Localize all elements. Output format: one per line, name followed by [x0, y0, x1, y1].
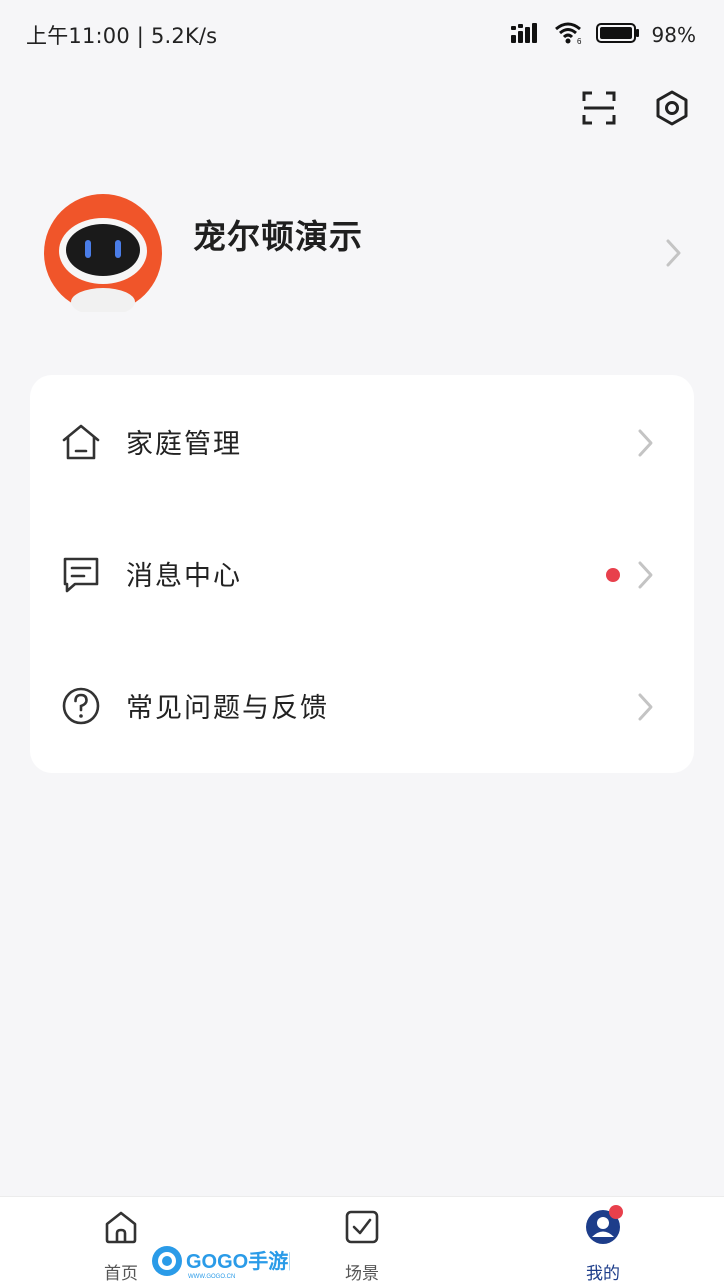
watermark-logo: GOGO手游网 WWW.GOGO.CN — [150, 1244, 308, 1280]
scan-button[interactable] — [577, 86, 621, 130]
profile-name: 宠尔顿演示 — [193, 217, 363, 256]
message-icon — [63, 557, 99, 593]
status-bar: 上午11:00 | 5.2K/s 6 98% — [0, 0, 724, 70]
menu-item-message-center[interactable]: 消息中心 — [30, 507, 694, 639]
signal-icon — [510, 22, 542, 48]
chevron-right-icon — [638, 429, 653, 457]
settings-button[interactable] — [650, 86, 694, 130]
battery-icon — [595, 22, 640, 48]
profile-header[interactable]: 宠尔顿演示 — [0, 180, 724, 330]
settings-icon — [656, 90, 688, 126]
robot-avatar-icon — [44, 194, 162, 316]
nav-label: 场景 — [345, 1264, 379, 1284]
watermark-text: GOGO手游网 — [186, 1249, 290, 1273]
menu-item-faq-feedback[interactable]: 常见问题与反馈 — [30, 639, 694, 771]
status-time-speed: 上午11:00 | 5.2K/s — [26, 24, 218, 48]
menu-item-label: 消息中心 — [126, 561, 242, 592]
chevron-right-icon — [638, 561, 653, 589]
wifi-icon: 6 — [554, 21, 584, 49]
chevron-right-icon — [666, 239, 681, 267]
svg-text:6: 6 — [577, 37, 582, 45]
bottom-nav: 首页 场景 我的 — [0, 1196, 724, 1287]
menu-item-label: 常见问题与反馈 — [126, 693, 329, 724]
watermark-subtext: WWW.GOGO.CN — [188, 1274, 235, 1280]
menu-item-label: 家庭管理 — [126, 429, 242, 460]
menu-item-family-management[interactable]: 家庭管理 — [30, 375, 694, 507]
home-icon — [62, 424, 100, 460]
nav-tab-mine[interactable]: 我的 — [543, 1197, 663, 1287]
nav-tab-scene[interactable]: 场景 — [302, 1197, 422, 1287]
help-icon — [62, 687, 100, 725]
status-icons: 6 98% — [510, 20, 696, 50]
nav-label: 我的 — [586, 1264, 620, 1284]
menu-card: 家庭管理 消息中心 常见问题与反馈 — [30, 375, 694, 773]
checkbox-icon — [345, 1210, 379, 1244]
chevron-right-icon — [638, 693, 653, 721]
battery-percent: 98% — [651, 23, 696, 47]
home-icon — [105, 1211, 137, 1244]
avatar[interactable] — [44, 194, 162, 316]
notification-badge — [609, 1205, 623, 1219]
unread-dot — [606, 568, 620, 582]
scan-icon — [582, 91, 616, 125]
